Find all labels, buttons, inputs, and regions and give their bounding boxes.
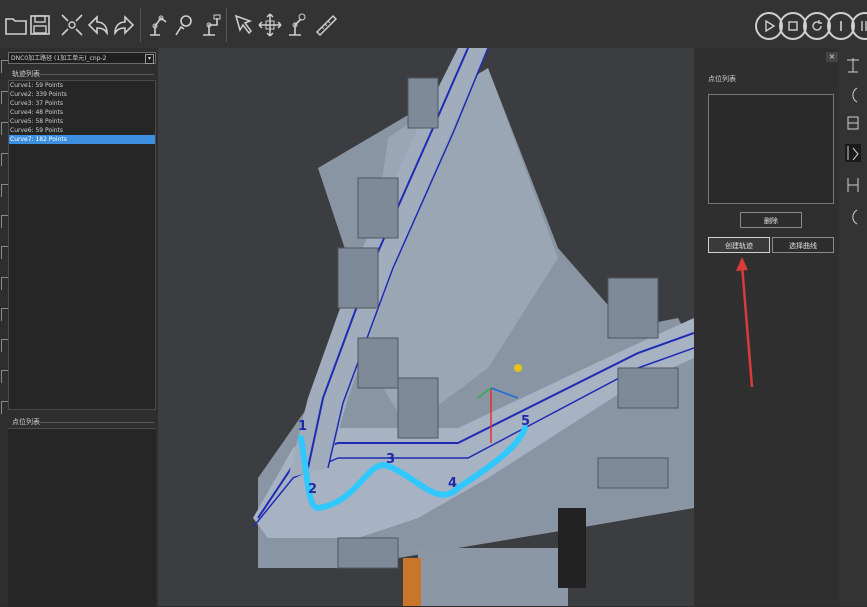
strip-icon[interactable] (1, 122, 8, 135)
chevron-down-icon[interactable]: ▾ (145, 54, 154, 64)
3d-viewport[interactable]: 1 2 3 4 5 (158, 48, 694, 606)
robot-config-icon[interactable] (196, 10, 224, 40)
ruler-icon[interactable] (312, 10, 340, 40)
tool-3-icon[interactable] (845, 114, 861, 132)
main-toolbar (0, 0, 867, 49)
redo-icon[interactable] (110, 10, 138, 40)
select-curve-button[interactable]: 选择曲线 (772, 237, 834, 253)
robot-arm-icon[interactable] (144, 10, 172, 40)
list-item[interactable]: Curve4: 48 Points (9, 108, 155, 117)
toolbar-separator (226, 8, 227, 42)
left-icon-strip (0, 60, 8, 420)
point-list (8, 428, 156, 607)
list-item[interactable]: Curve1: 59 Points (9, 81, 155, 90)
divider (40, 422, 154, 423)
list-item[interactable]: Curve5: 58 Points (9, 117, 155, 126)
strip-icon[interactable] (1, 246, 8, 259)
point-label: 1 (298, 419, 308, 434)
scatter-icon[interactable] (58, 10, 86, 40)
point-label: 2 (308, 482, 318, 497)
robot-link-icon[interactable] (282, 10, 310, 40)
point-label: 4 (448, 476, 458, 491)
path-list-title: 轨迹列表 (12, 70, 40, 78)
create-path-button[interactable]: 创建轨迹 (708, 237, 770, 253)
strip-icon[interactable] (1, 91, 8, 104)
pointer-icon[interactable] (230, 10, 258, 40)
section-label: 点位列表 (708, 75, 736, 83)
path-list: Curve1: 59 Points Curve2: 339 Points Cur… (8, 80, 156, 410)
right-tool-strip (839, 48, 867, 606)
move-icon[interactable] (256, 10, 284, 40)
save-icon[interactable] (26, 10, 54, 40)
program-select[interactable]: DNC0加工路径 (1加工单元)_cnp-2 ▾ (8, 52, 156, 64)
tool-4-icon[interactable] (845, 144, 861, 162)
strip-icon[interactable] (1, 277, 8, 290)
point-label: 5 (521, 414, 531, 429)
strip-icon[interactable] (1, 153, 8, 166)
point-list-box[interactable] (708, 94, 834, 204)
undo-icon[interactable] (84, 10, 112, 40)
annotation-arrow (736, 257, 754, 388)
list-item[interactable]: Curve3: 37 Points (9, 99, 155, 108)
strip-icon[interactable] (1, 339, 8, 352)
tool-5-icon[interactable] (845, 176, 861, 194)
strip-icon[interactable] (1, 370, 8, 383)
point-list-title: 点位列表 (12, 418, 40, 426)
strip-icon[interactable] (1, 308, 8, 321)
strip-icon[interactable] (1, 401, 8, 414)
strip-icon[interactable] (1, 215, 8, 228)
tool-6-icon[interactable] (845, 208, 861, 226)
delete-button[interactable]: 删除 (740, 212, 802, 228)
end-icon[interactable] (851, 12, 867, 40)
point-label: 3 (386, 452, 396, 467)
list-item[interactable]: Curve6: 59 Points (9, 126, 155, 135)
model-render (253, 48, 694, 606)
tool-2-icon[interactable] (845, 86, 861, 104)
program-select-value: DNC0加工路径 (1加工单元)_cnp-2 (11, 55, 107, 62)
tool-1-icon[interactable] (845, 56, 861, 74)
divider (40, 74, 154, 75)
strip-icon[interactable] (1, 184, 8, 197)
list-item[interactable]: Curve2: 339 Points (9, 90, 155, 99)
robot-gear-icon[interactable] (170, 10, 198, 40)
close-icon[interactable]: × (826, 52, 838, 62)
strip-icon[interactable] (1, 60, 8, 73)
list-item[interactable]: Curve7: 182 Points (9, 135, 155, 144)
toolbar-separator (140, 8, 141, 42)
